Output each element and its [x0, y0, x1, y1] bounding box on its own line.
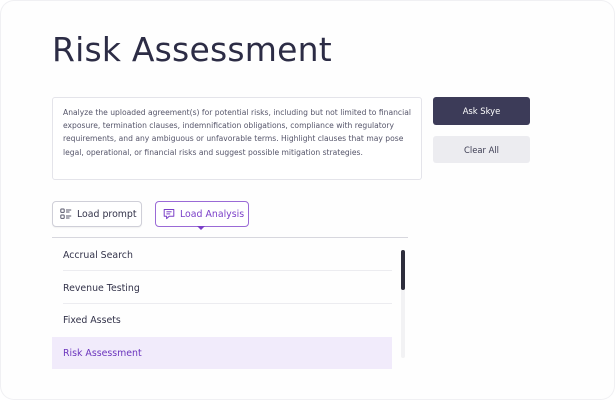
- page-title: Risk Assessment: [52, 30, 332, 69]
- list-item[interactable]: Accrual Search: [52, 239, 392, 271]
- active-tab-indicator: [197, 226, 205, 230]
- list-icon: [60, 208, 72, 220]
- list-item-label: Risk Assessment: [63, 347, 142, 359]
- tab-load-analysis[interactable]: Load Analysis: [155, 201, 249, 227]
- chat-analysis-icon: [163, 208, 175, 220]
- prompt-textarea[interactable]: Analyze the uploaded agreement(s) for po…: [52, 97, 422, 180]
- clear-all-button[interactable]: Clear All: [433, 136, 530, 163]
- ask-skye-button[interactable]: Ask Skye: [433, 97, 530, 125]
- list-item-label: Revenue Testing: [63, 282, 140, 294]
- tab-load-analysis-label: Load Analysis: [180, 208, 245, 220]
- tab-load-prompt-label: Load prompt: [77, 208, 137, 220]
- list-item[interactable]: Revenue Testing: [52, 272, 392, 304]
- list-item-label: Fixed Assets: [63, 314, 121, 326]
- tab-load-prompt[interactable]: Load prompt: [52, 201, 142, 227]
- list-item[interactable]: Fixed Assets: [52, 304, 392, 336]
- risk-assessment-card: Risk Assessment Analyze the uploaded agr…: [0, 0, 615, 400]
- list-separator: [63, 270, 392, 271]
- list-top-divider: [52, 237, 408, 238]
- analysis-list: Accrual Search Revenue Testing Fixed Ass…: [52, 239, 408, 369]
- list-scrollbar-thumb[interactable]: [401, 250, 405, 290]
- list-item-label: Accrual Search: [63, 249, 133, 261]
- list-item-selected[interactable]: Risk Assessment: [52, 337, 392, 369]
